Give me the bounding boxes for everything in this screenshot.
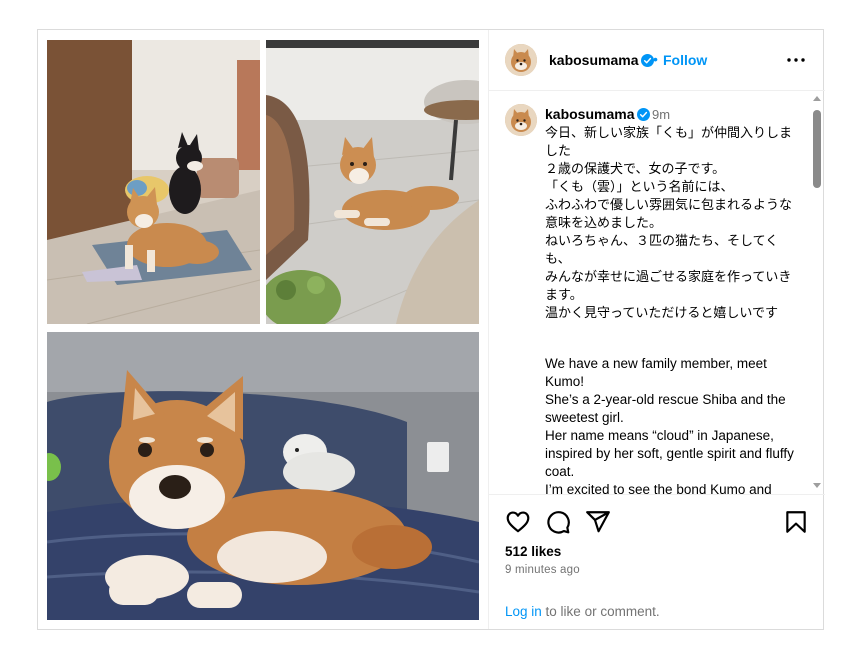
photo-dog-on-bed[interactable]	[47, 332, 479, 620]
login-prompt: Log in to like or comment.	[505, 604, 660, 619]
heart-icon	[506, 511, 530, 533]
comment-icon	[547, 511, 570, 534]
scroll-down-arrow-icon[interactable]	[813, 483, 821, 488]
more-icon	[787, 58, 805, 62]
photo-dog-on-floor[interactable]	[266, 40, 479, 324]
comment-button[interactable]	[545, 509, 571, 535]
more-options-button[interactable]	[785, 50, 807, 70]
follow-button[interactable]: Follow	[663, 52, 707, 68]
post-timestamp[interactable]: 9 minutes ago	[505, 564, 580, 576]
scrollbar-thumb[interactable]	[813, 110, 821, 188]
avatar[interactable]	[505, 44, 537, 76]
scroll-up-arrow-icon[interactable]	[813, 96, 821, 101]
caption-text-japanese: 今日、新しい家族「くも」が仲間入りしました ２歳の保護犬で、女の子です。 「くも…	[545, 126, 793, 321]
photo-collage[interactable]	[38, 30, 488, 629]
caption-timestamp[interactable]: 9m	[652, 107, 670, 122]
like-button[interactable]	[505, 509, 531, 535]
share-icon	[586, 511, 610, 533]
bookmark-icon	[786, 511, 806, 533]
login-link[interactable]: Log in	[505, 604, 542, 619]
caption-username[interactable]: kabosumama	[545, 106, 651, 122]
share-button[interactable]	[585, 509, 611, 535]
login-prompt-text: to like or comment.	[541, 604, 660, 619]
post-side-panel: kabosumama • Follow kabosumama 9m 今日、新しい…	[488, 30, 825, 629]
separator-dot: •	[653, 51, 658, 67]
caption-area[interactable]: kabosumama 9m 今日、新しい家族「くも」が仲間入りしました ２歳の保…	[489, 92, 825, 494]
photo-two-dogs-on-mat[interactable]	[47, 40, 260, 324]
likes-count[interactable]: 512 likes	[505, 544, 561, 559]
caption-avatar[interactable]	[505, 104, 537, 136]
username-link[interactable]: kabosumama	[549, 52, 655, 68]
post-card: kabosumama • Follow kabosumama 9m 今日、新しい…	[37, 29, 825, 630]
caption-scrollbar[interactable]	[811, 92, 823, 494]
post-header: kabosumama • Follow	[489, 30, 825, 91]
save-button[interactable]	[783, 509, 809, 535]
post-actions: 512 likes 9 minutes ago Log in to like o…	[489, 494, 825, 629]
caption-text-english: We have a new family member, meet Kumo! …	[545, 356, 794, 494]
verified-badge-icon	[637, 108, 651, 121]
username-text[interactable]: kabosumama	[549, 52, 638, 68]
caption-username-text[interactable]: kabosumama	[545, 106, 634, 122]
